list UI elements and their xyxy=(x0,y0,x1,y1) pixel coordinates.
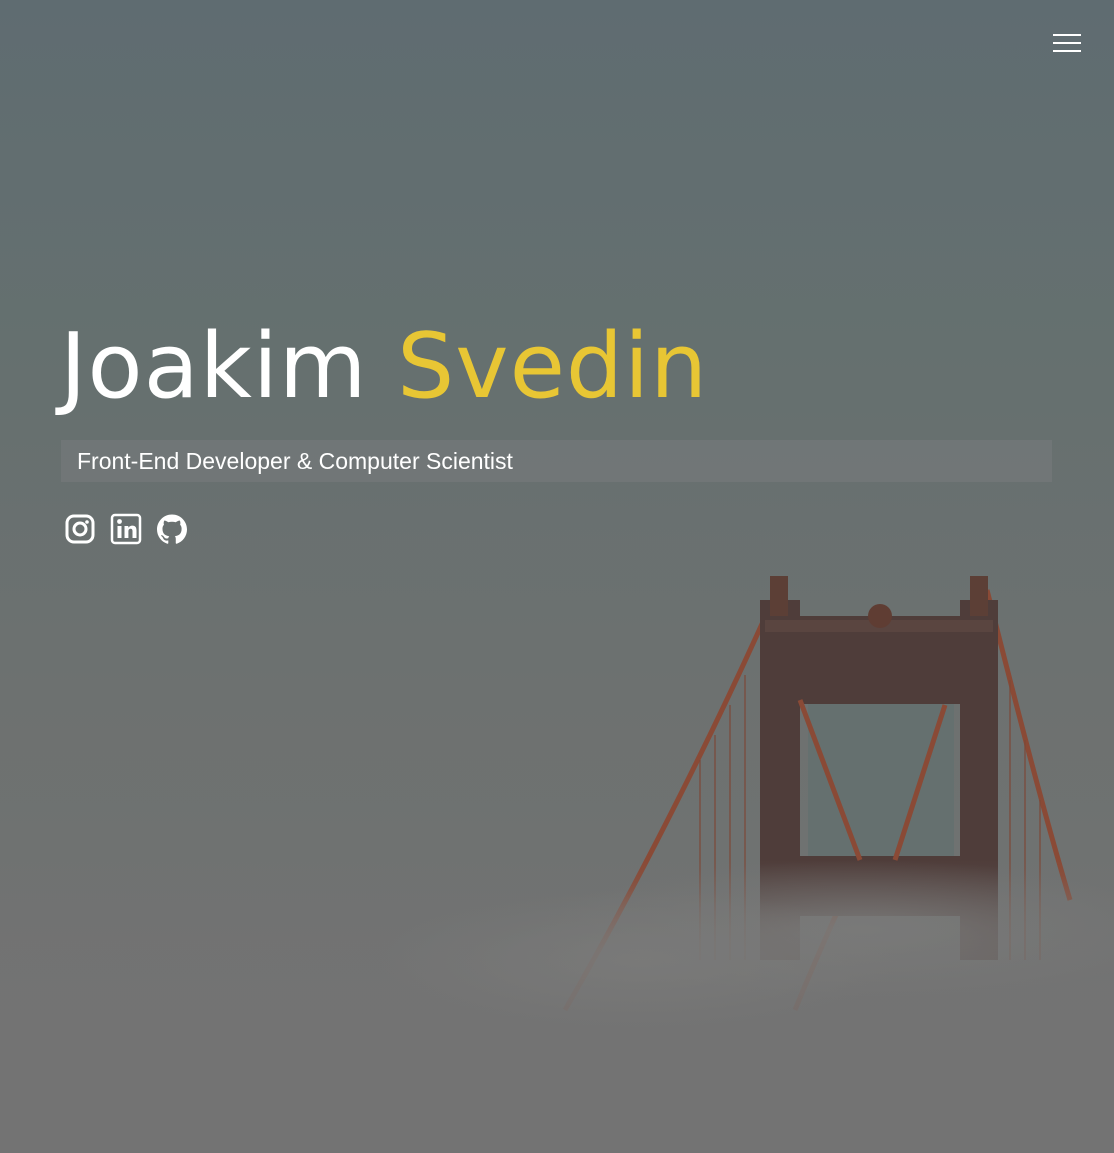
github-icon xyxy=(157,514,187,544)
linkedin-icon xyxy=(110,513,142,545)
tagline: Front-End Developer & Computer Scientist xyxy=(61,440,1052,482)
menu-button[interactable] xyxy=(1050,30,1084,58)
hero-name: Joakim Svedin xyxy=(60,312,708,422)
hero-section: Joakim Svedin Front-End Developer & Comp… xyxy=(0,0,1114,1153)
github-link[interactable] xyxy=(156,512,188,546)
golden-gate-bridge-background xyxy=(0,576,1114,1153)
linkedin-link[interactable] xyxy=(110,512,142,546)
instagram-link[interactable] xyxy=(64,512,96,546)
last-name: Svedin xyxy=(397,314,709,419)
social-links xyxy=(64,512,188,546)
instagram-icon xyxy=(65,514,95,544)
first-name: Joakim xyxy=(60,314,368,419)
hamburger-menu-icon xyxy=(1053,34,1081,36)
